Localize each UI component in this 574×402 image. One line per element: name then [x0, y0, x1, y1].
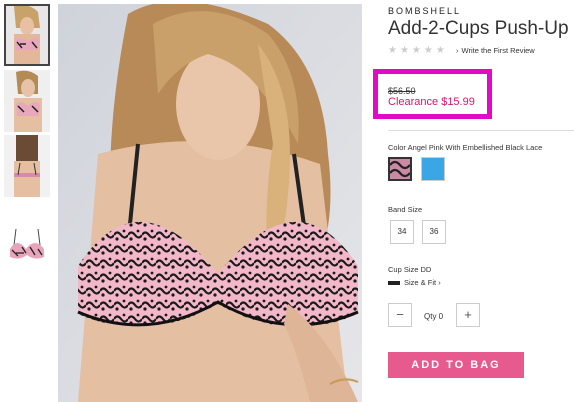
band-size-34-button[interactable]: 34: [390, 220, 414, 244]
write-review-label: Write the First Review: [461, 46, 535, 55]
chevron-right-icon: ›: [438, 278, 441, 287]
thumbnail-front-image: [6, 6, 48, 64]
size-fit-link[interactable]: Size & Fit ›: [388, 278, 441, 287]
product-title: Add-2-Cups Push-Up: [388, 18, 569, 39]
original-price: $56.50: [388, 86, 416, 96]
quantity-increase-button[interactable]: +: [456, 303, 480, 327]
thumbnail-product-image: [4, 219, 50, 265]
color-swatch-pink-black-pattern: [389, 159, 411, 179]
quantity-decrease-button[interactable]: −: [388, 303, 412, 327]
brand-name: BOMBSHELL: [388, 6, 462, 16]
quantity-label: Qty 0: [424, 312, 444, 321]
cup-size-label: Cup Size DD: [388, 265, 432, 274]
chevron-right-icon: ›: [456, 46, 459, 55]
thumbnail-back[interactable]: [4, 135, 50, 197]
size-fit-label: Size & Fit: [404, 278, 437, 287]
write-review-link[interactable]: › Write the First Review: [456, 46, 535, 55]
color-swatch-blue[interactable]: [421, 157, 445, 181]
section-divider: [388, 130, 574, 131]
thumbnail-back-image: [4, 135, 50, 197]
thumbnail-side-image: [4, 70, 50, 132]
clearance-price: Clearance $15.99: [388, 96, 475, 108]
model-photo: [58, 4, 362, 402]
color-label: Color Angel Pink With Embellished Black …: [388, 143, 543, 152]
main-product-image: [58, 4, 362, 402]
thumbnail-side[interactable]: [4, 70, 50, 132]
add-to-bag-button[interactable]: ADD TO BAG: [388, 352, 524, 378]
color-swatch-pink-black[interactable]: [388, 157, 412, 181]
thumbnail-product[interactable]: [4, 219, 50, 265]
thumbnail-front[interactable]: [4, 4, 50, 66]
size-bar-icon: [388, 281, 400, 286]
rating-stars: ★★★★★: [388, 45, 448, 56]
band-size-36-button[interactable]: 36: [422, 220, 446, 244]
band-size-label: Band Size: [388, 205, 423, 214]
